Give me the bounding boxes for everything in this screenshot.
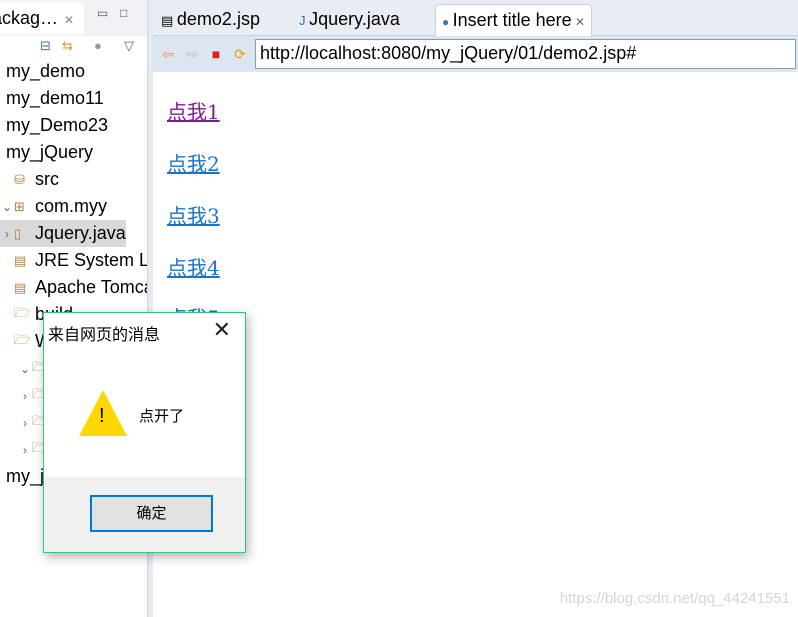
chevron-icon[interactable]: ›: [18, 443, 32, 457]
tab-demo2-jsp[interactable]: ▤ demo2.jsp: [155, 4, 266, 36]
back-icon[interactable]: ⇦: [159, 46, 177, 63]
globe-icon: ●: [442, 15, 453, 29]
alert-dialog: 来自网页的消息 ✕ ! 点开了 确定: [43, 312, 246, 553]
link-editor-icon[interactable]: ⇆: [62, 38, 73, 54]
tree-item-label: my_demo: [6, 61, 86, 81]
browser-toolbar: ⇦ ⇨ ■ ⟳ http://localhost:8080/my_jQuery/…: [153, 36, 798, 72]
library-icon: ▤: [14, 252, 27, 268]
tab-label: ackag…: [0, 8, 59, 28]
tab-label: demo2.jsp: [176, 9, 260, 29]
link-3[interactable]: 点我3: [167, 200, 220, 229]
tree-item-label: src: [35, 169, 59, 189]
tab-jquery-java[interactable]: J Jquery.java: [293, 4, 406, 36]
editor-tabs: ▤ demo2.jsp J Jquery.java ● Insert title…: [153, 0, 798, 36]
dialog-footer: 确定: [44, 477, 245, 552]
close-icon[interactable]: ✕: [213, 317, 231, 343]
forward-icon[interactable]: ⇨: [183, 46, 201, 63]
tree-item[interactable]: ⛁ src: [0, 166, 59, 193]
minimize-icon[interactable]: ▭: [97, 6, 108, 20]
tab-label: Jquery.java: [309, 9, 400, 29]
tab-package-explorer[interactable]: ackag… ✕: [0, 2, 84, 34]
tree-item[interactable]: ▤ Apache Tomcat: [0, 274, 148, 301]
ok-button[interactable]: 确定: [90, 495, 213, 532]
collapse-all-icon[interactable]: ⊟: [40, 38, 51, 54]
tree-item-label: Jquery.java: [35, 223, 126, 243]
tree-item[interactable]: my_jQuery: [0, 139, 93, 166]
java-file-icon: ▯: [14, 225, 22, 241]
chevron-icon[interactable]: ›: [18, 416, 32, 430]
chevron-icon[interactable]: ›: [0, 227, 14, 241]
tree-item-label: my_demo11: [6, 88, 104, 108]
tree-item[interactable]: my_demo11: [0, 85, 104, 112]
tree-item-label: JRE System Library: [35, 250, 147, 270]
close-icon[interactable]: ✕: [572, 15, 585, 29]
package-icon: ⊞: [14, 198, 25, 214]
library-icon: ▤: [14, 279, 27, 295]
browser-editor: ▤ demo2.jsp J Jquery.java ● Insert title…: [153, 0, 798, 617]
link-2[interactable]: 点我2: [167, 148, 220, 177]
tab-insert-title-here[interactable]: ● Insert title here ✕: [435, 4, 593, 36]
link-4[interactable]: 点我4: [167, 252, 220, 281]
stop-icon[interactable]: ■: [207, 46, 225, 62]
url-input[interactable]: http://localhost:8080/my_jQuery/01/demo2…: [255, 39, 796, 69]
jsp-file-icon: ▤: [161, 13, 177, 28]
dialog-message: 点开了: [139, 408, 185, 425]
tree-item-label: Apache Tomcat: [35, 277, 148, 297]
tree-item[interactable]: ⌄ ⊞ com.myy: [0, 193, 107, 220]
tree-item-label: my_jQuery: [6, 142, 94, 162]
tree-item-label: com.myy: [35, 196, 107, 216]
java-file-icon: J: [299, 13, 310, 28]
tree-item-label: my_Demo23: [6, 115, 109, 135]
folder-icon: 🗁: [14, 331, 31, 347]
folder-icon: 🗁: [14, 304, 31, 320]
tree-item[interactable]: my_demo: [0, 58, 85, 85]
tab-label: Insert title here: [452, 10, 572, 30]
filter-icon[interactable]: ●: [94, 38, 102, 53]
watermark: https://blog.csdn.net/qq_44241551: [559, 590, 790, 607]
tree-item[interactable]: ▤ JRE System Library: [0, 247, 147, 274]
link-1[interactable]: 点我1: [167, 96, 220, 125]
explorer-tabbar: ackag… ✕ ▭ □: [0, 0, 147, 36]
tree-item[interactable]: › ▯ Jquery.java: [0, 220, 126, 247]
dialog-title: 来自网页的消息: [48, 327, 161, 344]
chevron-icon[interactable]: ›: [18, 389, 32, 403]
chevron-icon[interactable]: ⌄: [0, 200, 14, 214]
close-icon[interactable]: ✕: [64, 13, 74, 27]
warning-icon-mark: !: [99, 405, 105, 427]
tree-item[interactable]: my_Demo23: [0, 112, 108, 139]
chevron-icon[interactable]: ⌄: [18, 362, 32, 376]
view-menu-icon[interactable]: ▽: [124, 38, 134, 54]
refresh-icon[interactable]: ⟳: [231, 46, 249, 63]
maximize-icon[interactable]: □: [120, 6, 127, 20]
package-folder-icon: ⛁: [14, 171, 25, 187]
